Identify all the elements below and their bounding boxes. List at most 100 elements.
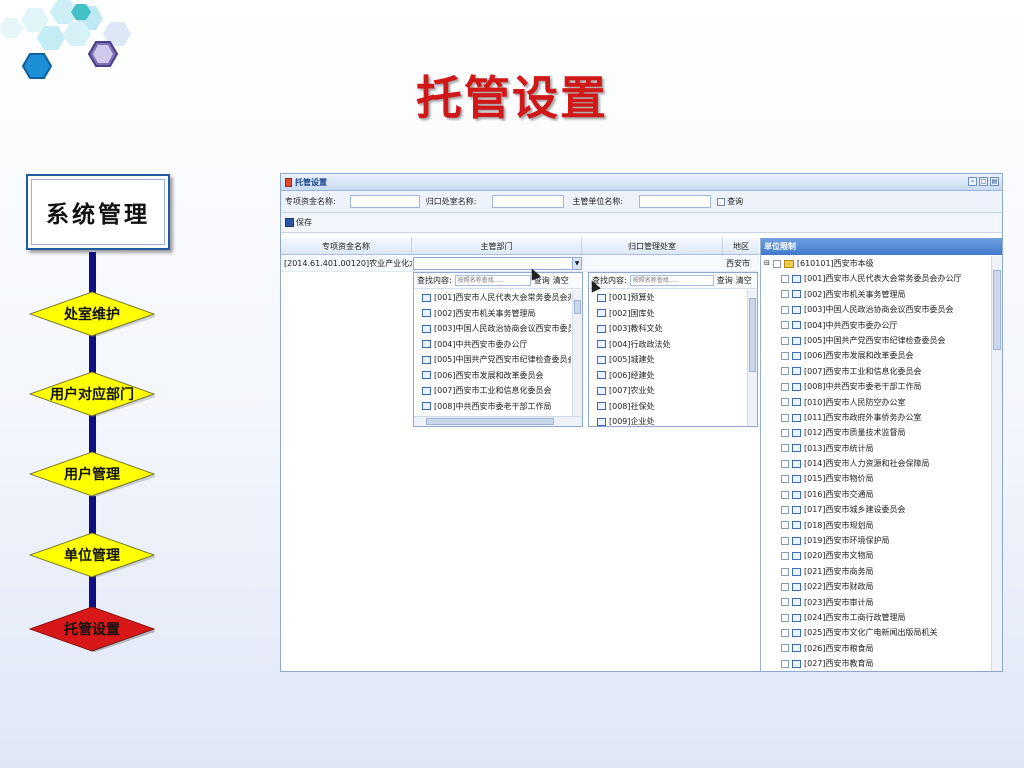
list-item[interactable]: [007]农业处 — [589, 383, 746, 399]
checkbox[interactable] — [781, 521, 789, 530]
tree-item[interactable]: [016]西安市交通局 — [761, 487, 990, 502]
dept-search-input[interactable] — [454, 275, 531, 286]
checkbox[interactable] — [781, 490, 789, 499]
tree-item[interactable]: [008]中共西安市委老干部工作局 — [761, 379, 990, 394]
office-clear-button[interactable]: 清空 — [736, 275, 752, 286]
column-header[interactable]: 主管部门 — [412, 238, 582, 254]
list-item[interactable]: [003]教科文处 — [589, 321, 746, 337]
checkbox[interactable] — [781, 659, 789, 668]
flow-step-user-management[interactable]: 用户管理 — [29, 451, 155, 497]
checkbox[interactable] — [781, 505, 789, 514]
tree-item[interactable]: [018]西安市规划局 — [761, 518, 990, 533]
tree-item[interactable]: [020]西安市文物局 — [761, 548, 990, 563]
list-item[interactable]: [002]国库处 — [589, 306, 746, 322]
flow-step-office-maintenance[interactable]: 处室维护 — [29, 291, 155, 337]
tree-item[interactable]: [022]西安市财政局 — [761, 579, 990, 594]
tree-item[interactable]: [021]西安市商务局 — [761, 564, 990, 579]
column-header[interactable]: 归口管理处室 — [582, 238, 723, 254]
checkbox[interactable] — [781, 321, 789, 330]
list-item[interactable]: [004]中共西安市委办公厅 — [414, 337, 571, 353]
tree-item[interactable]: [026]西安市粮食局 — [761, 641, 990, 656]
office-query-button[interactable]: 查询 — [717, 275, 733, 286]
dept-clear-button[interactable]: 清空 — [553, 275, 569, 286]
tree-item[interactable]: [007]西安市工业和信息化委员会 — [761, 364, 990, 379]
checkbox[interactable] — [781, 398, 789, 407]
office-scrollbar[interactable] — [747, 290, 757, 426]
checkbox[interactable] — [781, 444, 789, 453]
checkbox[interactable] — [781, 536, 789, 545]
tree-item[interactable]: [017]西安市城乡建设委员会 — [761, 502, 990, 517]
checkbox[interactable] — [781, 598, 789, 607]
list-item[interactable]: [005]城建处 — [589, 352, 746, 368]
save-button[interactable]: 保存 — [285, 217, 312, 228]
list-item[interactable]: [005]中国共产党西安市纪律检查委员会 — [414, 352, 571, 368]
list-item[interactable]: [008]中共西安市委老干部工作局 — [414, 399, 571, 415]
checkbox[interactable] — [781, 582, 789, 591]
collapse-icon[interactable]: ⊟ — [764, 256, 770, 271]
list-item[interactable]: [001]预算处 — [589, 290, 746, 306]
maximize-icon[interactable]: □ — [979, 177, 988, 186]
tree-item[interactable]: [003]中国人民政治协商会议西安市委员会 — [761, 302, 990, 317]
tree-item[interactable]: [011]西安市政府外事侨务办公室 — [761, 410, 990, 425]
checkbox[interactable] — [781, 629, 789, 638]
tree-item[interactable]: [015]西安市物价局 — [761, 471, 990, 486]
tree-item[interactable]: [002]西安市机关事务管理局 — [761, 287, 990, 302]
checkbox[interactable] — [781, 613, 789, 622]
list-item[interactable]: [004]行政政法处 — [589, 337, 746, 353]
restore-icon[interactable]: ▤ — [990, 177, 999, 186]
checkbox[interactable] — [781, 290, 789, 299]
checkbox[interactable] — [781, 644, 789, 653]
checkbox[interactable] — [781, 552, 789, 561]
tree-item[interactable]: [014]西安市人力资源和社会保障局 — [761, 456, 990, 471]
list-item[interactable]: [007]西安市工业和信息化委员会 — [414, 383, 571, 399]
list-item[interactable]: [008]社保处 — [589, 399, 746, 415]
tree-root[interactable]: ⊟ [610101]西安市本级 — [761, 256, 990, 271]
column-header[interactable]: 地区 — [723, 238, 759, 254]
checkbox[interactable] — [781, 475, 789, 484]
list-item[interactable]: [001]西安市人民代表大会常务委员会办公厅 — [414, 290, 571, 306]
checkbox[interactable] — [781, 382, 789, 391]
fund-name-input[interactable] — [349, 195, 420, 208]
minimize-icon[interactable]: – — [968, 177, 977, 186]
flow-step-custody-settings[interactable]: 托管设置 — [29, 606, 155, 652]
table-row[interactable]: [2014.61.401.00120]农业产业化龙头... ▼ 西安市 — [281, 256, 759, 272]
tree-item[interactable]: [013]西安市统计局 — [761, 441, 990, 456]
tree-item[interactable]: [004]中共西安市委办公厅 — [761, 318, 990, 333]
column-header[interactable]: 专项资金名称 — [281, 238, 412, 254]
checkbox[interactable] — [772, 259, 781, 268]
list-item[interactable]: [006]经建处 — [589, 368, 746, 384]
office-name-input[interactable] — [492, 195, 565, 208]
checkbox[interactable] — [781, 275, 789, 284]
tree-item[interactable]: [010]西安市人民防空办公室 — [761, 395, 990, 410]
tree-item[interactable]: [027]西安市教育局 — [761, 656, 990, 671]
dept-scrollbar[interactable] — [572, 290, 582, 416]
tree-item[interactable]: [001]西安市人民代表大会常务委员会办公厅 — [761, 271, 990, 286]
unit-name-input[interactable] — [639, 195, 712, 208]
list-item[interactable]: [002]西安市机关事务管理局 — [414, 306, 571, 322]
tree-item[interactable]: [024]西安市工商行政管理局 — [761, 610, 990, 625]
tree-item[interactable]: [006]西安市发展和改革委员会 — [761, 348, 990, 363]
list-item[interactable]: [009]企业处 — [589, 414, 746, 426]
list-item[interactable]: [006]西安市发展和改革委员会 — [414, 368, 571, 384]
office-search-input[interactable] — [629, 275, 714, 286]
flow-step-user-dept[interactable]: 用户对应部门 — [29, 371, 155, 417]
chevron-down-icon[interactable]: ▼ — [572, 258, 581, 269]
checkbox[interactable] — [781, 459, 789, 468]
unit-scrollbar[interactable] — [991, 256, 1002, 671]
tree-item[interactable]: [025]西安市文化广电新闻出版局机关 — [761, 625, 990, 640]
checkbox[interactable] — [781, 413, 789, 422]
tree-item[interactable]: [019]西安市环境保护局 — [761, 533, 990, 548]
checkbox[interactable] — [781, 336, 789, 345]
checkbox[interactable] — [781, 567, 789, 576]
checkbox[interactable] — [781, 428, 789, 437]
tree-item[interactable]: [012]西安市质量技术监督局 — [761, 425, 990, 440]
dept-hscrollbar[interactable] — [414, 416, 582, 426]
checkbox[interactable] — [781, 352, 789, 361]
checkbox[interactable] — [781, 367, 789, 376]
query-button[interactable]: 查询 — [717, 196, 743, 207]
dept-combo[interactable]: ▼ — [413, 257, 582, 270]
tree-item[interactable]: [005]中国共产党西安市纪律检查委员会 — [761, 333, 990, 348]
flow-step-unit-management[interactable]: 单位管理 — [29, 532, 155, 578]
checkbox[interactable] — [781, 305, 789, 314]
list-item[interactable]: [003]中国人民政治协商会议西安市委员会 — [414, 321, 571, 337]
